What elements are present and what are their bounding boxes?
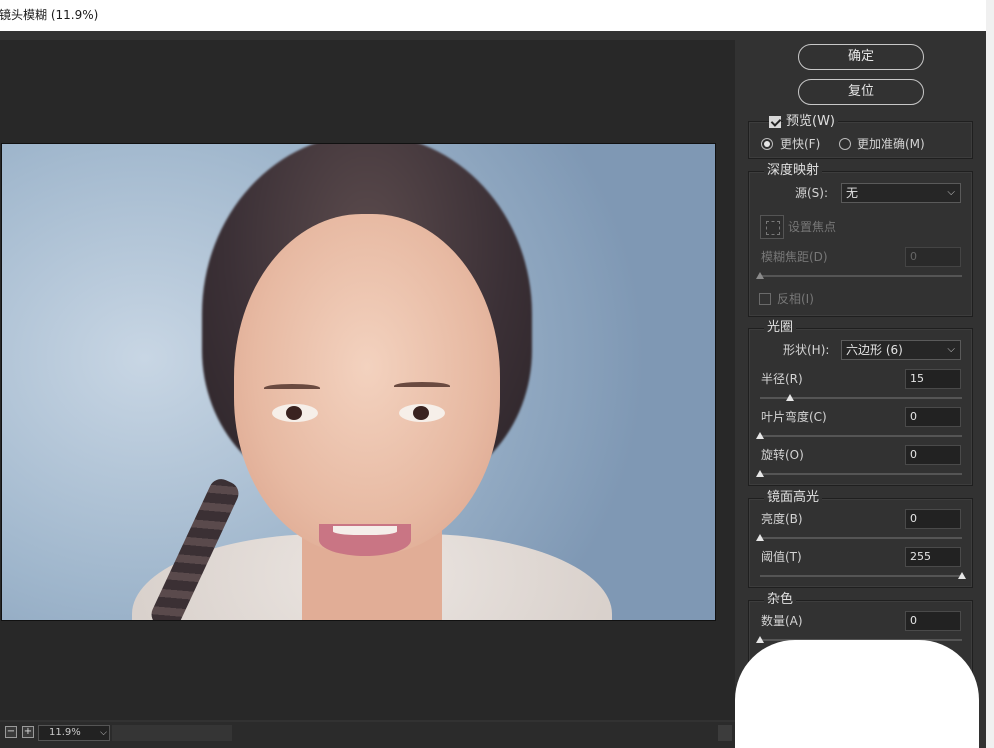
shape-select[interactable]: 六边形 (6) ⌵	[841, 340, 961, 360]
brightness-slider[interactable]	[760, 537, 962, 539]
blur-focal-slider-thumb[interactable]	[756, 272, 764, 279]
zoom-level-field[interactable]: 11.9% ⌵	[38, 725, 110, 741]
blur-focal-field[interactable]: 0	[905, 247, 961, 267]
curvature-label: 叶片弯度(C)	[761, 410, 827, 424]
preview-image[interactable]	[1, 143, 716, 621]
threshold-field[interactable]: 255	[905, 547, 961, 567]
image-brow-right	[394, 382, 450, 390]
chevron-down-icon: ⌵	[947, 187, 955, 198]
blur-focal-label: 模糊焦距(D)	[761, 250, 828, 264]
iris-title: 光圈	[764, 321, 797, 335]
radius-label: 半径(R)	[761, 372, 803, 386]
rotation-slider-thumb[interactable]	[756, 470, 764, 477]
image-eye-right	[399, 404, 445, 422]
invert-checkbox[interactable]	[759, 293, 771, 305]
threshold-slider[interactable]	[760, 575, 962, 577]
faster-radio[interactable]	[761, 138, 773, 150]
shape-label: 形状(H):	[783, 343, 830, 357]
faster-label: 更快(F)	[780, 137, 821, 151]
threshold-slider-thumb[interactable]	[958, 572, 966, 579]
rotation-slider[interactable]	[760, 473, 962, 475]
brightness-field[interactable]: 0	[905, 509, 961, 529]
scroll-corner	[718, 725, 732, 741]
preview-checkbox[interactable]	[769, 116, 781, 128]
set-focus-label: 设置焦点	[788, 220, 837, 234]
more-accurate-radio[interactable]	[839, 138, 851, 150]
image-face	[234, 214, 500, 556]
zoom-in-button[interactable]: +	[22, 726, 34, 738]
horizontal-scrollbar[interactable]	[112, 725, 232, 741]
curvature-field[interactable]: 0	[905, 407, 961, 427]
specular-title: 镜面高光	[764, 491, 823, 505]
brightness-label: 亮度(B)	[761, 512, 803, 526]
amount-field[interactable]: 0	[905, 611, 961, 631]
chevron-down-icon: ⌵	[947, 344, 955, 355]
amount-slider-thumb[interactable]	[756, 636, 764, 643]
chevron-down-icon[interactable]: ⌵	[100, 726, 107, 740]
ok-button[interactable]: 确定	[798, 44, 924, 70]
radius-field[interactable]: 15	[905, 369, 961, 389]
reset-button[interactable]: 复位	[798, 79, 924, 105]
amount-label: 数量(A)	[761, 614, 803, 628]
threshold-label: 阈值(T)	[761, 550, 802, 564]
image-eye-left	[272, 404, 318, 422]
zoom-level-value: 11.9%	[49, 727, 81, 738]
rotation-field[interactable]: 0	[905, 445, 961, 465]
brightness-slider-thumb[interactable]	[756, 534, 764, 541]
set-focus-icon[interactable]	[760, 215, 784, 239]
image-brow-left	[264, 384, 320, 392]
background-window-edge	[986, 0, 994, 748]
window-title: 镜头模糊 (11.9%)	[0, 8, 99, 22]
redaction-overlay	[735, 640, 979, 748]
blur-focal-slider[interactable]	[760, 275, 962, 277]
curvature-slider-thumb[interactable]	[756, 432, 764, 439]
depth-map-title: 深度映射	[764, 164, 823, 178]
status-bar: − + 11.9% ⌵	[0, 722, 735, 748]
zoom-out-button[interactable]: −	[5, 726, 17, 738]
rotation-label: 旋转(O)	[761, 448, 804, 462]
curvature-slider[interactable]	[760, 435, 962, 437]
source-label: 源(S):	[795, 186, 829, 200]
radius-slider-thumb[interactable]	[786, 394, 795, 401]
shape-value: 六边形 (6)	[846, 343, 903, 357]
noise-title: 杂色	[764, 593, 797, 607]
window-titlebar: 镜头模糊 (11.9%)	[0, 0, 994, 31]
preview-label: 预览(W)	[783, 115, 838, 129]
source-select[interactable]: 无 ⌵	[841, 183, 961, 203]
source-value: 无	[846, 186, 859, 200]
more-accurate-label: 更加准确(M)	[857, 137, 925, 151]
image-mouth	[319, 524, 411, 556]
invert-label: 反相(I)	[777, 292, 814, 306]
